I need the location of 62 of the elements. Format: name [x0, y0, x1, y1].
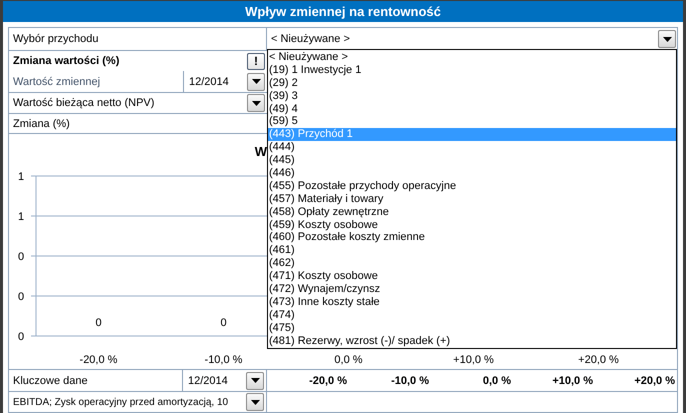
- metric-select[interactable]: Wartość bieżąca netto (NPV): [13, 97, 246, 109]
- dropdown-option[interactable]: (461): [268, 244, 676, 258]
- dropdown-button[interactable]: [246, 372, 264, 390]
- dropdown-option[interactable]: (444): [268, 141, 676, 154]
- x-axis-label: +20,0 %: [578, 354, 619, 366]
- column-header: -20,0 %: [308, 374, 348, 388]
- period-field[interactable]: 12/2014: [182, 370, 245, 391]
- window-title: Wpływ zmiennej na rentowność: [3, 1, 683, 22]
- dropdown-option[interactable]: (49) 4: [268, 102, 676, 116]
- dropdown-button[interactable]: [247, 72, 265, 90]
- caret-icon: [250, 400, 260, 404]
- x-axis-label: -10,0 %: [204, 354, 242, 366]
- dropdown-option[interactable]: (472) Wynajem/czynsz: [268, 283, 676, 296]
- field-label: Zmiana (%): [13, 118, 70, 130]
- y-tick-label: 0: [18, 291, 24, 303]
- data-label: 0: [220, 317, 227, 329]
- revenue-select[interactable]: < Nieużywane >: [267, 28, 677, 50]
- dropdown-button[interactable]: [247, 94, 265, 112]
- dropdown-option[interactable]: (473) Inne koszty stałe: [268, 296, 676, 309]
- caret-icon: [662, 36, 672, 42]
- dropdown-option[interactable]: (445): [268, 154, 676, 168]
- dropdown-button[interactable]: [246, 393, 264, 411]
- field-label: Kluczowe dane: [13, 374, 89, 386]
- dropdown-option[interactable]: (475): [268, 322, 676, 335]
- field-label: Wartość zmiennej: [13, 76, 102, 88]
- dropdown-button[interactable]: [658, 30, 676, 48]
- x-axis-label: 0,0 %: [334, 354, 363, 366]
- dropdown-option[interactable]: < Nieużywane >: [268, 51, 676, 64]
- dropdown-option[interactable]: (474): [268, 308, 676, 322]
- dropdown-option[interactable]: (459) Koszty osobowe: [268, 218, 676, 232]
- dropdown-option[interactable]: (458) Opłaty zewnętrzne: [268, 206, 676, 219]
- caret-icon: [252, 79, 260, 84]
- column-header: +10,0 %: [551, 374, 594, 388]
- data-label: 0: [95, 317, 102, 329]
- info-button[interactable]: !: [247, 52, 265, 70]
- section-heading: Zmiana wartości (%): [13, 55, 120, 67]
- dropdown-option[interactable]: (457) Materiały i towary: [268, 192, 676, 206]
- y-tick-label: 0: [18, 251, 24, 263]
- column-header: +20,0 %: [633, 374, 676, 388]
- field-label: Wybór przychodu: [13, 33, 100, 45]
- x-axis-label: +10,0 %: [453, 354, 494, 366]
- y-tick-label: 1: [18, 211, 24, 223]
- dropdown-option[interactable]: (19) 1 Inwestycje 1: [268, 64, 676, 77]
- y-tick-label: 1: [18, 171, 24, 183]
- chart-title: W: [254, 144, 267, 159]
- x-axis-label: -20,0 %: [80, 354, 118, 366]
- dropdown-option[interactable]: (462): [268, 257, 676, 270]
- column-header: -10,0 %: [390, 374, 430, 388]
- dropdown-option[interactable]: (481) Rezerwy, wzrost (-)/ spadek (+): [268, 334, 676, 348]
- dropdown-option[interactable]: (39) 3: [268, 90, 676, 103]
- caret-icon: [252, 100, 260, 106]
- indicator-select[interactable]: EBITDA; Zysk operacyjny przed amortyzacją, 10: [13, 396, 245, 408]
- dropdown-option[interactable]: (446): [268, 167, 676, 180]
- dropdown-option[interactable]: (455) Pozostałe przychody operacyjne: [268, 180, 676, 193]
- dropdown-option[interactable]: (471) Koszty osobowe: [268, 270, 676, 284]
- caret-icon: [250, 378, 260, 383]
- column-header: 0,0 %: [482, 374, 512, 388]
- period-field[interactable]: 12/2014: [183, 71, 246, 92]
- y-tick-label: 0: [18, 331, 24, 343]
- dropdown-option[interactable]: (29) 2: [268, 76, 676, 90]
- dropdown-option[interactable]: (59) 5: [268, 115, 676, 128]
- dropdown-option[interactable]: (460) Pozostałe koszty zmienne: [268, 231, 676, 244]
